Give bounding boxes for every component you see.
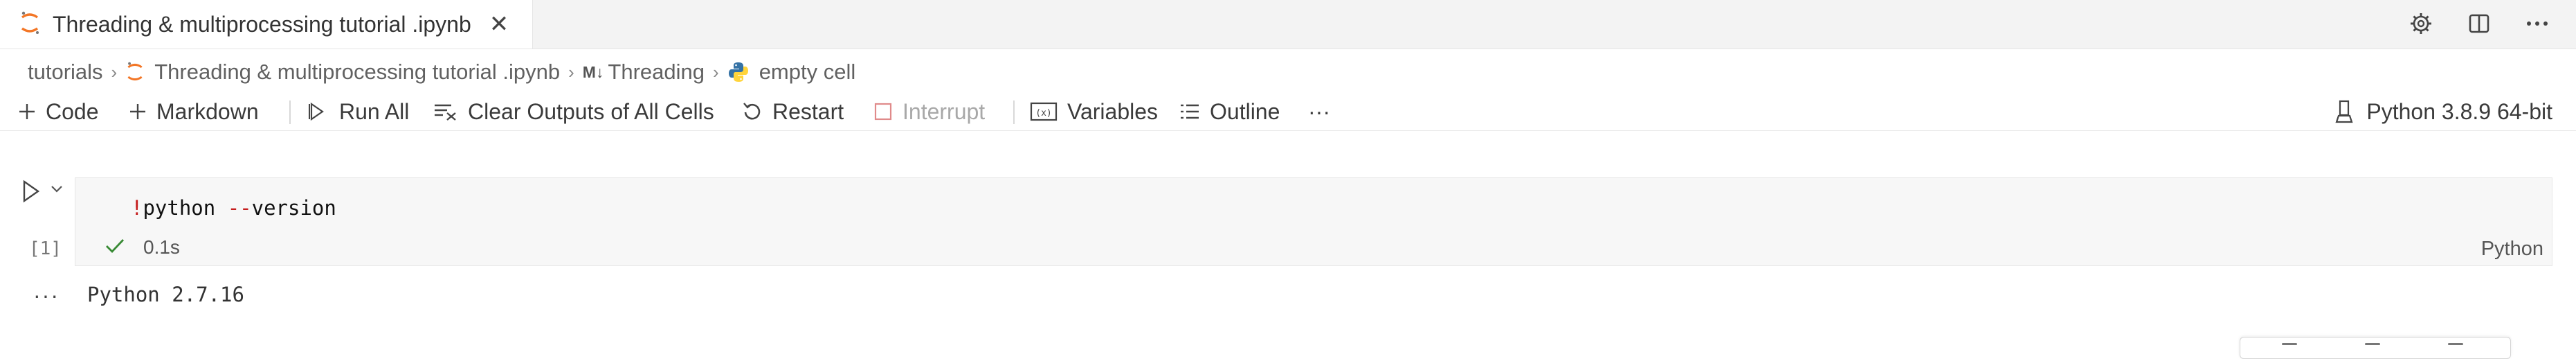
code-cell[interactable]: !python --version 0.1s Python (75, 177, 2552, 266)
code-editor[interactable]: !python --version (131, 196, 336, 220)
restart-label: Restart (772, 98, 844, 124)
interrupt-button[interactable]: Interrupt (873, 96, 985, 127)
cell-status: 0.1s (105, 236, 180, 259)
run-all-button[interactable]: Run All (307, 96, 409, 127)
toolbar-divider (1013, 100, 1015, 124)
kernel-label: Python 3.8.9 64-bit (2366, 98, 2552, 124)
output-more-icon[interactable]: ··· (33, 283, 60, 308)
execution-count: [1] (29, 238, 62, 259)
tab-title: Threading & multiprocessing tutorial .ip… (53, 11, 471, 37)
restart-icon (742, 101, 763, 122)
cell-language[interactable]: Python (2481, 238, 2543, 261)
clear-all-outputs-button[interactable]: Clear Outputs of All Cells (433, 96, 714, 127)
outline-icon (1179, 102, 1200, 121)
kernel-icon (2334, 99, 2354, 124)
kernel-picker[interactable]: Python 3.8.9 64-bit (2334, 96, 2552, 127)
breadcrumb-item-empty-cell[interactable]: empty cell (759, 60, 856, 85)
stop-icon (873, 102, 893, 121)
variables-icon: (x) (1030, 101, 1058, 122)
gear-icon[interactable] (2407, 10, 2435, 37)
svg-text:(x): (x) (1035, 108, 1051, 119)
jupyter-icon (19, 11, 40, 38)
plus-icon (18, 103, 36, 121)
more-actions-icon[interactable] (2523, 10, 2551, 37)
add-markdown-label: Markdown (156, 98, 259, 124)
run-cell-icon[interactable] (21, 179, 42, 207)
variables-button[interactable]: (x) Variables (1030, 96, 1158, 127)
chevron-down-icon[interactable] (50, 184, 64, 198)
variables-label: Variables (1067, 98, 1159, 124)
run-all-icon (307, 101, 329, 122)
editor-tab-bar: Threading & multiprocessing tutorial .ip… (0, 0, 2576, 49)
breadcrumb-separator: › (713, 61, 719, 82)
breadcrumb-item-notebook[interactable]: Threading & multiprocessing tutorial .ip… (154, 60, 560, 85)
clear-all-icon (433, 102, 458, 121)
breadcrumb: tutorials › Threading & multiprocessing … (28, 58, 855, 86)
add-code-label: Code (46, 98, 99, 124)
notebook-toolbar: Code Markdown Run All Clear Outputs of A… (0, 92, 2576, 131)
interrupt-label: Interrupt (902, 98, 986, 124)
more-toolbar-label: ··· (1308, 98, 1330, 124)
floating-toolbar[interactable] (2240, 337, 2511, 359)
breadcrumb-separator: › (568, 61, 574, 82)
check-icon (105, 237, 125, 259)
outline-button[interactable]: Outline (1179, 96, 1280, 127)
breadcrumb-item-threading[interactable]: Threading (608, 60, 705, 85)
breadcrumb-separator: › (111, 61, 118, 82)
add-code-cell-button[interactable]: Code (18, 96, 99, 127)
toolbar-divider (289, 100, 291, 124)
execution-duration: 0.1s (143, 236, 180, 258)
run-all-label: Run All (339, 98, 410, 124)
notebook-tab[interactable]: Threading & multiprocessing tutorial .ip… (0, 0, 533, 49)
more-toolbar-actions-button[interactable]: ··· (1308, 96, 1330, 127)
add-markdown-cell-button[interactable]: Markdown (129, 96, 259, 127)
outline-label: Outline (1210, 98, 1280, 124)
cell-output: Python 2.7.16 (87, 283, 244, 306)
python-icon (727, 61, 750, 83)
jupyter-icon (125, 62, 145, 82)
breadcrumb-item-tutorials[interactable]: tutorials (28, 60, 103, 85)
plus-icon (129, 103, 147, 121)
restart-button[interactable]: Restart (742, 96, 844, 127)
split-editor-icon[interactable] (2465, 10, 2493, 37)
clear-all-outputs-label: Clear Outputs of All Cells (468, 98, 714, 124)
markdown-icon: M↓ (582, 62, 604, 81)
close-icon[interactable]: ✕ (489, 12, 509, 36)
